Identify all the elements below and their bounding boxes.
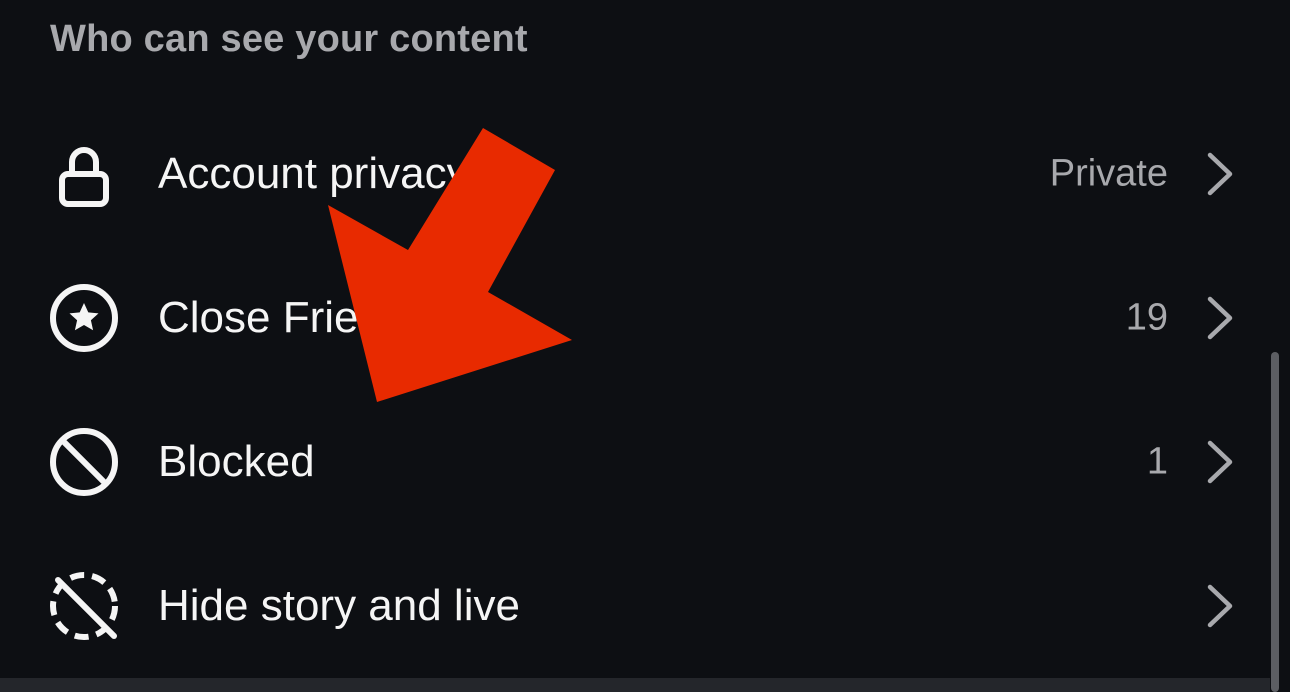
account-privacy-value: Private xyxy=(1049,152,1168,195)
blocked-row[interactable]: Blocked 1 xyxy=(0,402,1290,522)
chevron-right-icon xyxy=(1207,296,1233,340)
chevron-right-icon xyxy=(1207,440,1233,484)
bottom-divider xyxy=(0,678,1270,692)
blocked-label: Blocked xyxy=(158,437,315,486)
blocked-count: 1 xyxy=(1146,440,1168,483)
hide-story-label: Hide story and live xyxy=(158,581,520,630)
star-circle-icon xyxy=(50,284,118,352)
lock-icon xyxy=(59,147,109,207)
account-privacy-row[interactable]: Account privacy Private xyxy=(0,114,1290,234)
chevron-right-icon xyxy=(1207,152,1233,196)
account-privacy-label: Account privacy xyxy=(158,149,469,198)
scrollbar[interactable] xyxy=(1271,352,1279,692)
section-header: Who can see your content xyxy=(50,18,528,60)
hide-story-row[interactable]: Hide story and live xyxy=(0,546,1290,666)
close-friends-row[interactable]: Close Friends 19 xyxy=(0,258,1290,378)
chevron-right-icon xyxy=(1207,584,1233,628)
blocked-icon xyxy=(50,428,118,496)
hide-story-icon xyxy=(50,572,118,640)
close-friends-label: Close Friends xyxy=(158,293,430,342)
close-friends-count: 19 xyxy=(1125,296,1168,339)
